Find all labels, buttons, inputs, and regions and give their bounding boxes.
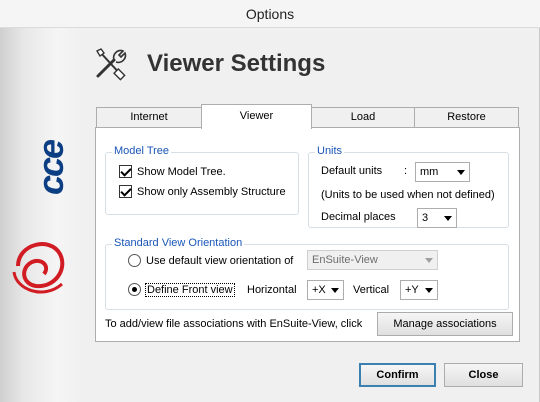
cce-logo-mark: cce xyxy=(30,139,71,195)
horizontal-label: Horizontal xyxy=(247,284,297,296)
window-titlebar[interactable]: Options xyxy=(0,0,540,28)
chevron-down-icon[interactable] xyxy=(444,216,452,221)
horizontal-axis-select[interactable]: +X xyxy=(307,280,344,300)
default-view-value: EnSuite-View xyxy=(312,254,378,266)
brand-strip xyxy=(0,28,82,402)
tools-icon xyxy=(96,48,127,81)
window-title: Options xyxy=(245,6,295,22)
model-tree-group: Model Tree Show Model Tree. Show only As… xyxy=(105,145,299,215)
vertical-axis-select[interactable]: +Y xyxy=(400,280,438,300)
model-tree-title: Model Tree xyxy=(112,145,172,157)
chevron-down-icon[interactable] xyxy=(331,288,339,293)
use-default-orientation-radio[interactable]: Use default view orientation of xyxy=(128,254,293,267)
radio-unselected-icon[interactable] xyxy=(128,254,141,267)
units-title: Units xyxy=(315,145,345,157)
decimal-places-value: 3 xyxy=(422,212,429,224)
default-units-select[interactable]: mm xyxy=(415,162,470,182)
chevron-down-icon[interactable] xyxy=(425,258,433,263)
svg-text:cce: cce xyxy=(37,139,67,195)
tab-load[interactable]: Load xyxy=(311,107,415,128)
page-title: Viewer Settings xyxy=(147,50,326,77)
close-button[interactable]: Close xyxy=(444,363,523,387)
tab-bar: Internet Viewer Load Restore xyxy=(96,104,519,129)
cce-logo: cce xyxy=(21,135,71,195)
default-units-value: mm xyxy=(420,166,439,178)
tab-restore[interactable]: Restore xyxy=(414,107,519,128)
standard-view-orientation-title: Standard View Orientation xyxy=(112,237,245,249)
viewer-tab-panel: Model Tree Show Model Tree. Show only As… xyxy=(95,127,520,342)
show-assembly-structure-checkbox[interactable]: Show only Assembly Structure xyxy=(119,185,286,198)
manage-associations-button[interactable]: Manage associations xyxy=(377,312,513,336)
chevron-down-icon[interactable] xyxy=(457,170,465,175)
define-front-view-label: Define Front view xyxy=(145,282,235,297)
show-model-tree-checkbox[interactable]: Show Model Tree. xyxy=(119,165,226,178)
associations-text: To add/view file associations with EnSui… xyxy=(105,318,363,330)
decimal-places-select[interactable]: 3 xyxy=(417,208,457,228)
define-front-view-radio[interactable]: Define Front view xyxy=(128,282,235,297)
chevron-down-icon[interactable] xyxy=(425,288,433,293)
default-units-colon: : xyxy=(404,165,408,177)
default-view-select[interactable]: EnSuite-View xyxy=(307,250,438,270)
show-assembly-structure-label: Show only Assembly Structure xyxy=(137,185,286,198)
vertical-label: Vertical xyxy=(353,284,390,296)
confirm-button[interactable]: Confirm xyxy=(359,363,436,387)
horizontal-axis-value: +X xyxy=(312,284,326,296)
standard-view-orientation-group: Standard View Orientation Use default vi… xyxy=(105,237,509,310)
default-units-label: Default units xyxy=(321,165,383,177)
units-note: (Units to be used when not defined) xyxy=(321,189,495,201)
tab-internet[interactable]: Internet xyxy=(96,107,202,128)
show-model-tree-label: Show Model Tree. xyxy=(137,165,226,178)
brand-swirl-icon xyxy=(12,242,65,294)
checkbox-checked-icon[interactable] xyxy=(119,165,132,178)
checkbox-checked-icon[interactable] xyxy=(119,185,132,198)
use-default-orientation-label: Use default view orientation of xyxy=(146,254,294,267)
vertical-axis-value: +Y xyxy=(405,284,419,296)
units-group: Units Default units : mm (Units to be us… xyxy=(308,145,509,228)
radio-selected-icon[interactable] xyxy=(128,283,141,296)
decimal-places-label: Decimal places xyxy=(321,211,396,223)
tab-viewer[interactable]: Viewer xyxy=(201,104,312,129)
